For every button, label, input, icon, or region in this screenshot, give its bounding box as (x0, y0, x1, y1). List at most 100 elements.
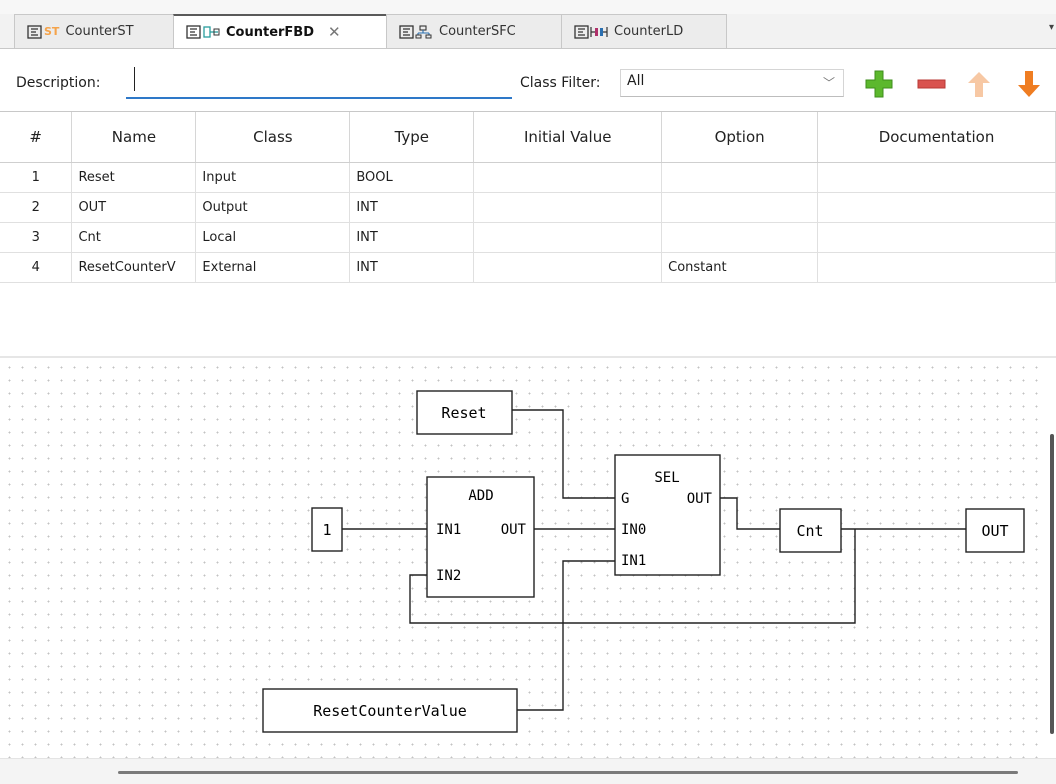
documentation-cell[interactable] (817, 162, 1056, 193)
cnt-variable-label: Cnt (796, 522, 823, 540)
row-number: 2 (0, 192, 73, 223)
out-variable-label: OUT (981, 522, 1008, 540)
initial-value-cell[interactable] (473, 222, 663, 253)
sel-pin-in0: IN0 (621, 522, 646, 538)
table-row[interactable]: 2 OUT Output INT (0, 192, 1056, 223)
constant-one-block[interactable]: 1 (311, 507, 343, 552)
option-cell[interactable] (661, 162, 819, 193)
wire-sel-to-cnt[interactable] (720, 497, 780, 530)
move-up-button[interactable] (962, 67, 996, 101)
option-cell[interactable] (661, 222, 819, 253)
horizontal-scroll-thumb[interactable] (118, 771, 1018, 774)
column-header[interactable]: Documentation (817, 112, 1056, 163)
column-header[interactable]: # (0, 112, 73, 163)
out-variable-block[interactable]: OUT (965, 508, 1025, 553)
reset-variable-label: Reset (441, 404, 486, 422)
remove-variable-button[interactable] (914, 67, 948, 101)
minus-icon (917, 79, 946, 89)
sel-pin-g: G (621, 491, 629, 507)
fbd-language-icon (186, 25, 220, 39)
initial-value-cell[interactable] (473, 252, 663, 283)
tab-label: CounterST (65, 24, 134, 39)
class-filter-value: All (627, 73, 645, 89)
tab-list-menu-icon[interactable]: ▾ (1049, 22, 1054, 33)
tab-strip-edge (0, 0, 1056, 14)
sel-function-block[interactable]: SEL G OUT IN0 IN1 (614, 454, 721, 576)
move-down-button[interactable] (1012, 67, 1046, 101)
reset-variable-block[interactable]: Reset (416, 390, 513, 435)
row-number: 4 (0, 252, 73, 283)
sfc-language-icon (399, 24, 433, 39)
variable-class-cell[interactable]: External (195, 252, 351, 283)
add-pin-in2: IN2 (436, 568, 461, 584)
variable-type-cell[interactable]: BOOL (349, 162, 475, 193)
documentation-cell[interactable] (817, 222, 1056, 253)
tab-label: CounterSFC (439, 24, 516, 39)
st-badge: ST (44, 25, 60, 38)
table-row[interactable]: 3 Cnt Local INT (0, 222, 1056, 253)
variables-toolbar: Description: Class Filter: All ﹀ (0, 48, 1056, 112)
editor-tab-strip: ST CounterST CounterFBD ✕ CounterSFC Cou… (0, 0, 1056, 48)
vertical-scrollbar[interactable] (1046, 358, 1056, 758)
option-cell[interactable] (661, 192, 819, 223)
fbd-diagram: Reset 1 ADD IN1 OUT IN2 SEL G OUT IN0 IN… (262, 390, 1025, 733)
add-variable-button[interactable] (862, 67, 896, 101)
add-pin-out: OUT (501, 522, 527, 538)
table-header-row: # Name Class Type Initial Value Option D… (0, 112, 1056, 163)
description-input[interactable] (126, 65, 512, 99)
tab-label: CounterLD (614, 24, 684, 39)
variable-type-cell[interactable]: INT (349, 192, 475, 223)
sel-pin-in1: IN1 (621, 553, 646, 569)
column-header[interactable]: Option (661, 112, 819, 163)
close-icon[interactable]: ✕ (328, 23, 341, 41)
variable-name-cell[interactable]: Reset (71, 162, 197, 193)
documentation-cell[interactable] (817, 192, 1056, 223)
add-pin-in1: IN1 (436, 522, 461, 538)
variable-class-cell[interactable]: Input (195, 162, 351, 193)
tab-counter-ld[interactable]: CounterLD (561, 14, 727, 48)
variable-type-cell[interactable]: INT (349, 222, 475, 253)
variable-name-cell[interactable]: OUT (71, 192, 197, 223)
variable-class-cell[interactable]: Local (195, 222, 351, 253)
initial-value-cell[interactable] (473, 162, 663, 193)
variable-type-cell[interactable]: INT (349, 252, 475, 283)
row-number: 1 (0, 162, 73, 193)
reset-counter-value-block[interactable]: ResetCounterValue (262, 688, 518, 733)
cnt-variable-block[interactable]: Cnt (779, 508, 842, 553)
class-filter-select[interactable]: All ﹀ (620, 69, 844, 97)
variable-name-cell[interactable]: ResetCounterV (71, 252, 197, 283)
text-cursor (134, 67, 135, 91)
variables-table: # Name Class Type Initial Value Option D… (0, 112, 1056, 283)
tab-counter-st[interactable]: ST CounterST (14, 14, 174, 48)
sel-block-title: SEL (654, 470, 679, 486)
tab-counter-sfc[interactable]: CounterSFC (386, 14, 562, 48)
reset-counter-value-label: ResetCounterValue (313, 702, 467, 720)
fbd-diagram-canvas[interactable]: Reset 1 ADD IN1 OUT IN2 SEL G OUT IN0 IN… (0, 358, 1046, 758)
class-filter-label: Class Filter: (520, 75, 601, 91)
initial-value-cell[interactable] (473, 192, 663, 223)
vertical-scroll-thumb[interactable] (1050, 434, 1054, 734)
column-header[interactable]: Class (195, 112, 351, 163)
horizontal-scrollbar[interactable] (0, 758, 1056, 784)
description-label: Description: (16, 75, 101, 91)
variables-table-panel: # Name Class Type Initial Value Option D… (0, 112, 1056, 356)
documentation-cell[interactable] (817, 252, 1056, 283)
chevron-down-icon: ﹀ (822, 76, 835, 90)
st-language-icon: ST (27, 24, 60, 39)
variable-name-cell[interactable]: Cnt (71, 222, 197, 253)
constant-one-label: 1 (322, 521, 331, 539)
option-cell[interactable]: Constant (661, 252, 819, 283)
sel-pin-out: OUT (687, 491, 713, 507)
add-function-block[interactable]: ADD IN1 OUT IN2 (426, 476, 535, 598)
add-block-title: ADD (468, 488, 493, 504)
variable-class-cell[interactable]: Output (195, 192, 351, 223)
arrow-up-icon (968, 72, 990, 97)
column-header[interactable]: Initial Value (473, 112, 663, 163)
plus-icon (865, 70, 893, 98)
column-header[interactable]: Type (349, 112, 475, 163)
arrow-down-icon (1018, 71, 1040, 97)
table-row[interactable]: 4 ResetCounterV External INT Constant (0, 252, 1056, 283)
column-header[interactable]: Name (71, 112, 197, 163)
tab-counter-fbd[interactable]: CounterFBD ✕ (173, 14, 387, 48)
table-row[interactable]: 1 Reset Input BOOL (0, 162, 1056, 193)
